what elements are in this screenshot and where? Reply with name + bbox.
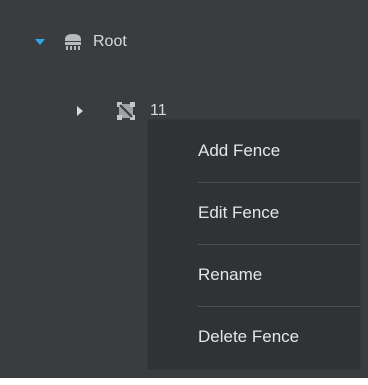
fence-icon	[114, 99, 138, 123]
server-icon	[61, 30, 85, 54]
caret-right-icon[interactable]	[74, 104, 86, 118]
tree-node-root[interactable]: Root	[33, 28, 127, 56]
menu-item-add-fence[interactable]: Add Fence	[148, 120, 360, 182]
menu-item-rename[interactable]: Rename	[148, 244, 360, 306]
tree-node-label: 11	[150, 102, 167, 119]
caret-down-icon[interactable]	[33, 35, 47, 49]
device-tree-panel: Root 11 Add Fence Edit Fence Rename Dele…	[0, 0, 368, 378]
menu-item-delete-fence[interactable]: Delete Fence	[148, 306, 360, 368]
bottom-strip	[0, 378, 368, 385]
context-menu: Add Fence Edit Fence Rename Delete Fence	[148, 120, 360, 369]
tree-node-label: Root	[93, 33, 127, 50]
menu-item-edit-fence[interactable]: Edit Fence	[148, 182, 360, 244]
